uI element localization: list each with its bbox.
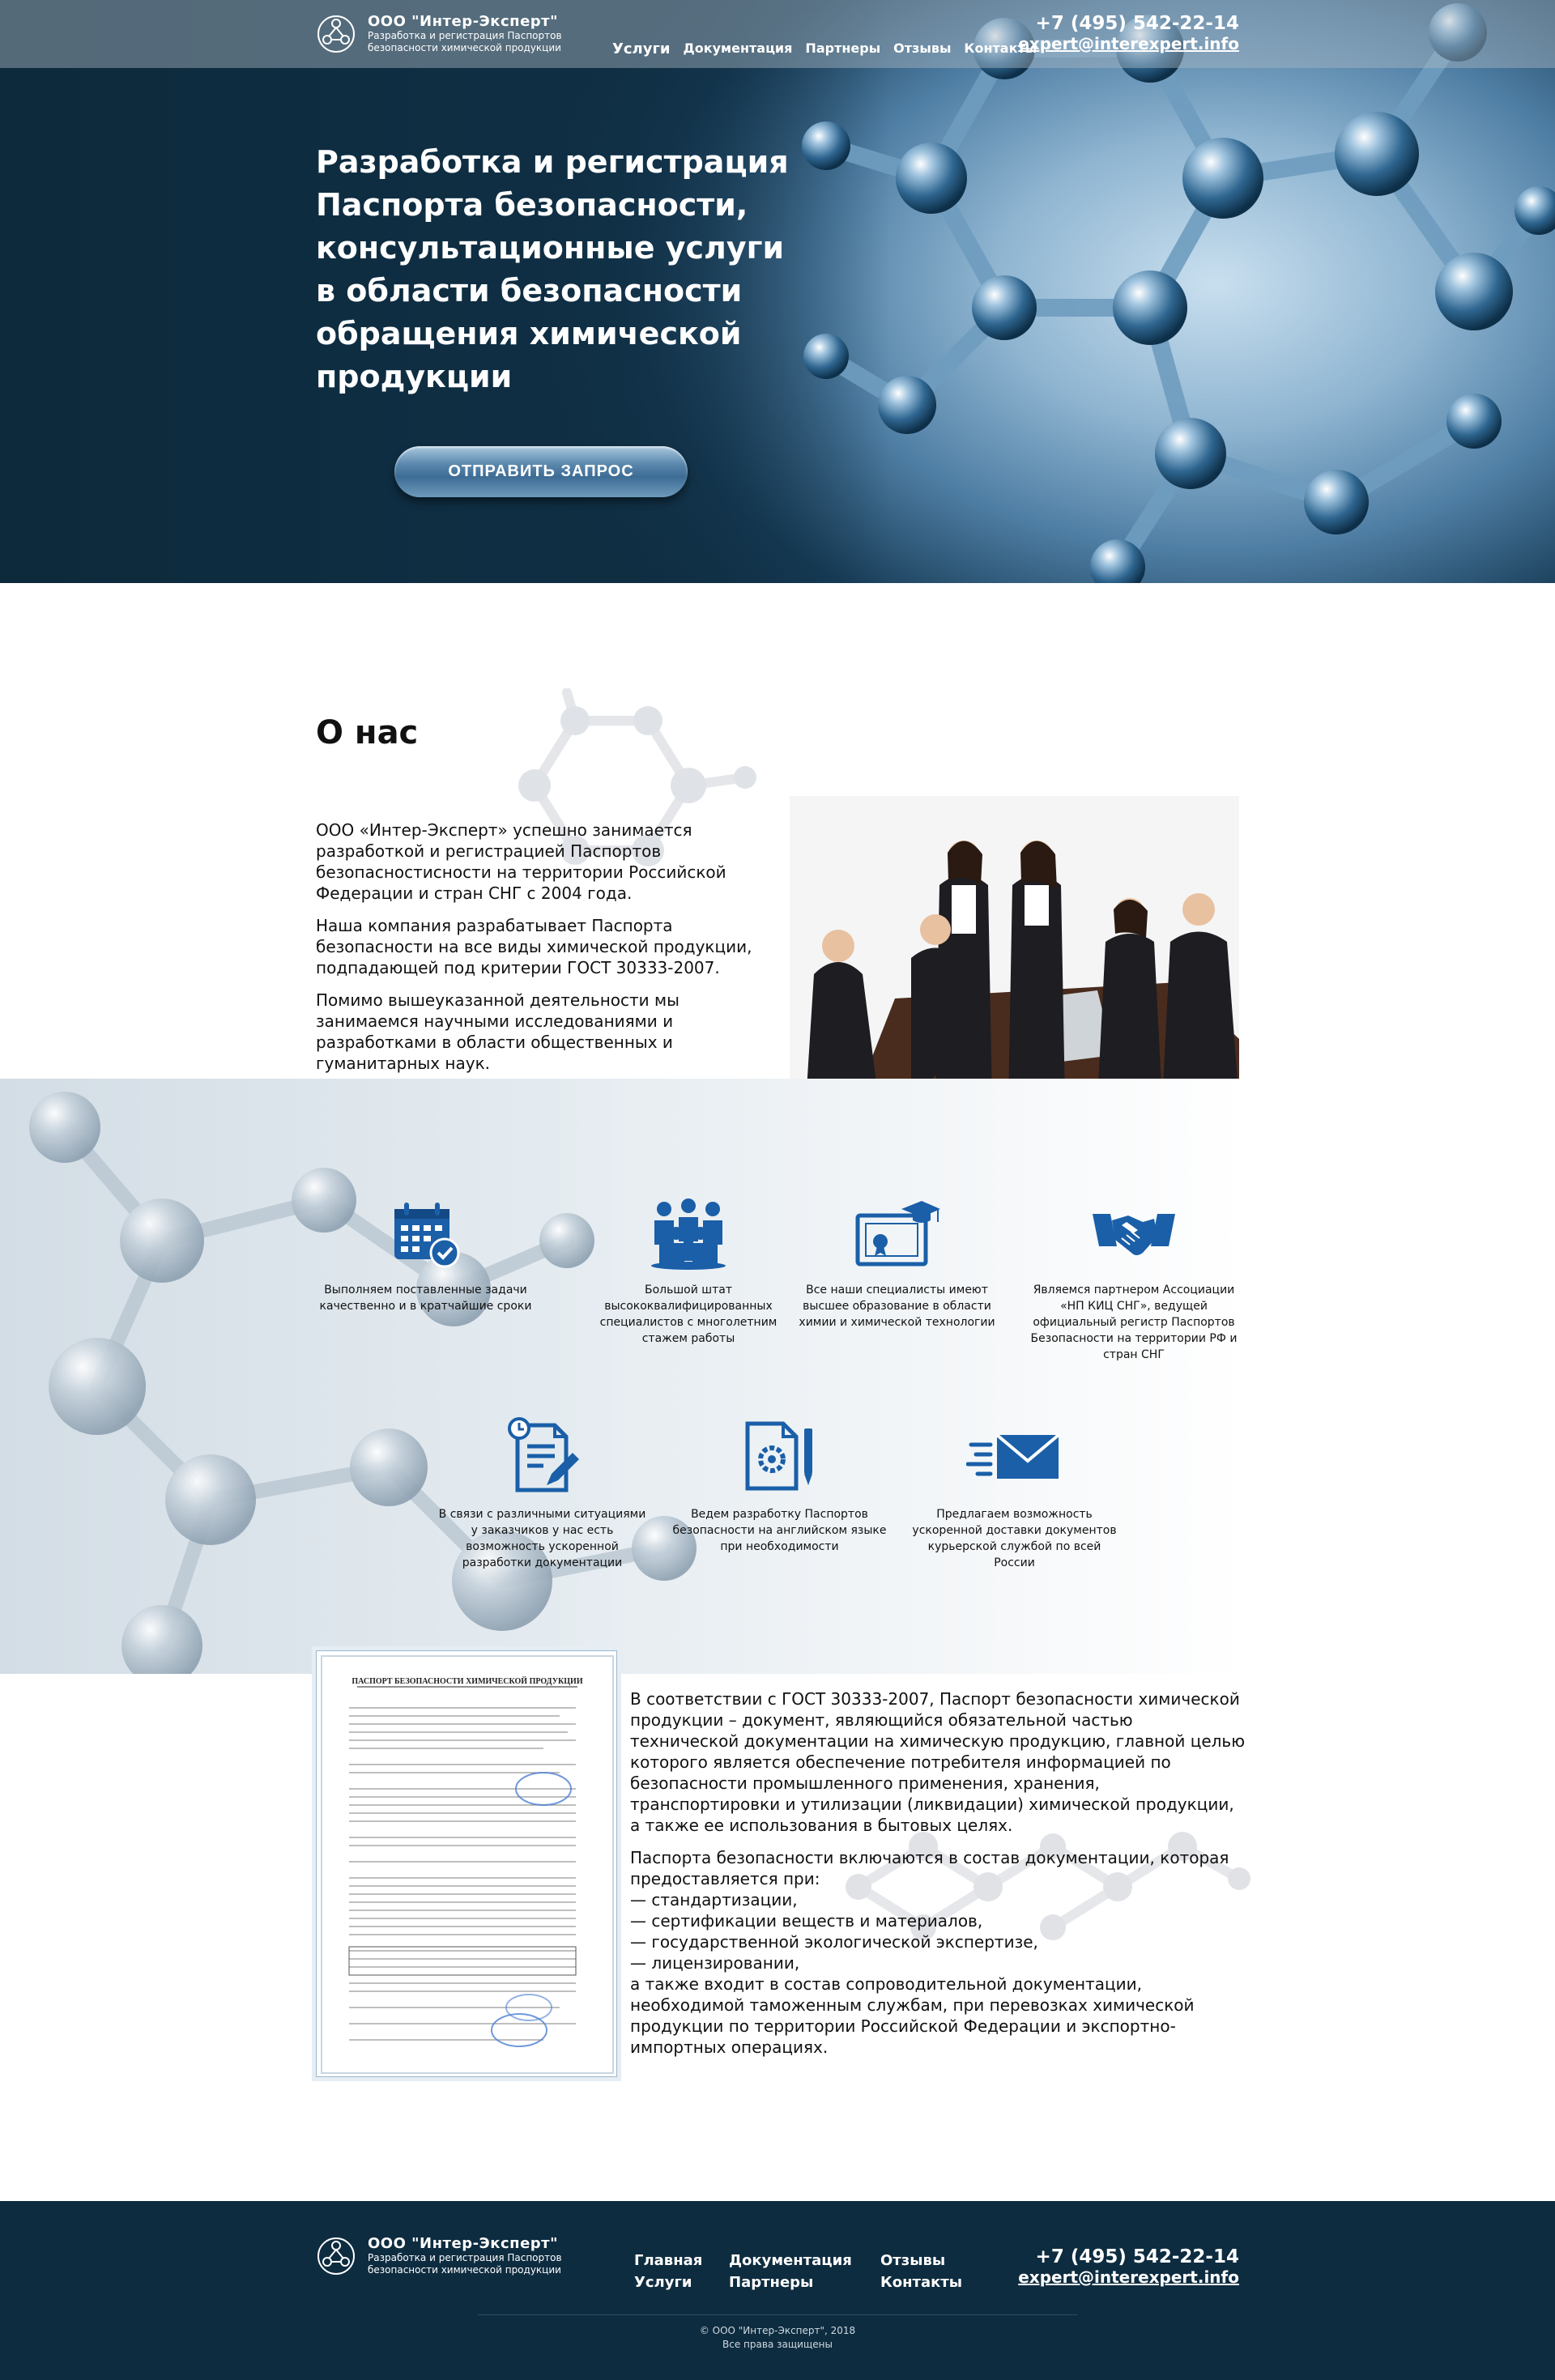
footer-phone[interactable]: +7 (495) 542-22-14 bbox=[1018, 2246, 1239, 2267]
header-contacts: +7 (495) 542-22-14 expert@interexpert.in… bbox=[1018, 13, 1239, 53]
document-edit-icon bbox=[507, 1417, 579, 1492]
about-text: ООО «Интер-Эксперт» успешно занимается р… bbox=[316, 820, 778, 1085]
rights-text: Все права защищены bbox=[722, 2339, 833, 2350]
footer-link-services[interactable]: Услуги bbox=[634, 2271, 702, 2293]
hero-section: ООО "Интер-Эксперт" Разработка и регистр… bbox=[0, 0, 1555, 583]
document-gear-icon bbox=[745, 1421, 812, 1491]
about-paragraph: ООО «Интер-Эксперт» успешно занимается р… bbox=[316, 820, 726, 903]
footer-nav-col-2: Документация Партнеры bbox=[729, 2250, 852, 2293]
about-paragraph: Наша компания разрабатывает Паспорта без… bbox=[316, 916, 752, 977]
company-logo-icon bbox=[317, 15, 355, 53]
passport-outro: а также входит в состав сопроводительной… bbox=[630, 1974, 1195, 2057]
footer-link-home[interactable]: Главная bbox=[634, 2250, 702, 2271]
diploma-icon bbox=[855, 1201, 940, 1267]
footer-nav-col-3: Отзывы Контакты bbox=[880, 2250, 962, 2293]
passport-list-item: — государственной экологической эксперти… bbox=[630, 1932, 1038, 1952]
company-tagline-2: безопасности химической продукции bbox=[368, 2264, 561, 2276]
header-bar bbox=[0, 0, 1555, 68]
company-tagline-1: Разработка и регистрация Паспортов bbox=[368, 30, 562, 41]
header-phone[interactable]: +7 (495) 542-22-14 bbox=[1018, 13, 1239, 34]
footer-link-documentation[interactable]: Документация bbox=[729, 2250, 852, 2271]
about-title: О нас bbox=[316, 714, 419, 751]
features-section: Выполняем поставленные задачи качественн… bbox=[0, 1079, 1555, 1674]
feature-item: Являемся партнером Ассоциации «НП КИЦ СН… bbox=[1025, 1198, 1243, 1363]
passport-list-item: — стандартизации, bbox=[630, 1890, 798, 1910]
nav-item-reviews[interactable]: Отзывы bbox=[893, 40, 951, 57]
passport-list-item: — лицензировании, bbox=[630, 1953, 800, 1973]
passport-text: В соответствии с ГОСТ 30333-2007, Паспор… bbox=[630, 1688, 1246, 2058]
passport-list-item: — сертификации веществ и материалов, bbox=[630, 1911, 983, 1931]
footer-logo[interactable]: ООО "Интер-Эксперт" Разработка и регистр… bbox=[316, 2235, 562, 2276]
passport-intro: В соответствии с ГОСТ 30333-2007, Паспор… bbox=[630, 1689, 1246, 1835]
footer-contacts: +7 (495) 542-22-14 expert@interexpert.in… bbox=[1018, 2246, 1239, 2287]
copyright: © ООО "Интер-Эксперт", 2018 Все права за… bbox=[0, 2324, 1555, 2352]
company-logo-icon bbox=[317, 2237, 355, 2275]
nav-item-partners[interactable]: Партнеры bbox=[805, 40, 880, 57]
feature-item: Все наши специалисты имеют высшее образо… bbox=[794, 1198, 1000, 1331]
footer-nav-col-1: Главная Услуги bbox=[634, 2250, 702, 2293]
main-nav: Услуги Документация Партнеры Отзывы Конт… bbox=[612, 40, 1037, 57]
footer: ООО "Интер-Эксперт" Разработка и регистр… bbox=[0, 2201, 1555, 2380]
features-molecule-background bbox=[29, 1092, 697, 1674]
feature-item: Выполняем поставленные задачи качественн… bbox=[318, 1198, 533, 1314]
nav-item-services[interactable]: Услуги bbox=[612, 40, 670, 57]
feature-item: Ведем разработку Паспортов безопасности … bbox=[672, 1417, 887, 1555]
calendar-check-icon bbox=[394, 1203, 459, 1268]
passport-document-image: ПАСПОРТ БЕЗОПАСНОСТИ ХИМИЧЕСКОЙ ПРОДУКЦИ… bbox=[316, 1650, 617, 2077]
copyright-text: © ООО "Интер-Эксперт", 2018 bbox=[699, 2325, 856, 2336]
footer-link-contacts[interactable]: Контакты bbox=[880, 2271, 962, 2293]
send-request-button[interactable]: ОТПРАВИТЬ ЗАПРОС bbox=[394, 446, 688, 497]
hero-title: Разработка и регистрация Паспорта безопа… bbox=[316, 144, 789, 394]
company-name: ООО "Интер-Эксперт" bbox=[368, 2235, 558, 2252]
passport-lead: Паспорта безопасности включаются в соста… bbox=[630, 1848, 1229, 1888]
company-tagline-1: Разработка и регистрация Паспортов bbox=[368, 2252, 562, 2263]
team-icon bbox=[651, 1199, 726, 1270]
company-name: ООО "Интер-Эксперт" bbox=[368, 13, 558, 30]
footer-link-reviews[interactable]: Отзывы bbox=[880, 2250, 962, 2271]
fast-mail-icon bbox=[965, 1433, 1059, 1479]
about-paragraph: Помимо вышеуказанной деятельности мы зан… bbox=[316, 990, 680, 1073]
footer-email-link[interactable]: expert@interexpert.info bbox=[1018, 2267, 1239, 2287]
company-tagline-2: безопасности химической продукции bbox=[368, 42, 561, 53]
doc-title: ПАСПОРТ БЕЗОПАСНОСТИ ХИМИЧЕСКОЙ ПРОДУКЦИ… bbox=[351, 1676, 582, 1686]
handshake-icon bbox=[1093, 1214, 1175, 1255]
header-logo[interactable]: ООО "Интер-Эксперт" Разработка и регистр… bbox=[316, 13, 562, 54]
team-meeting-photo bbox=[790, 796, 1239, 1102]
feature-item: Предлагаем возможность ускоренной достав… bbox=[907, 1417, 1122, 1571]
footer-link-partners[interactable]: Партнеры bbox=[729, 2271, 852, 2293]
feature-item: Большой штат высококвалифицированных спе… bbox=[595, 1198, 782, 1347]
header-email-link[interactable]: expert@interexpert.info bbox=[1018, 34, 1239, 53]
feature-item: В связи с различными ситуациями у заказч… bbox=[435, 1417, 650, 1571]
footer-divider bbox=[478, 2314, 1077, 2315]
nav-item-documentation[interactable]: Документация bbox=[683, 40, 792, 57]
